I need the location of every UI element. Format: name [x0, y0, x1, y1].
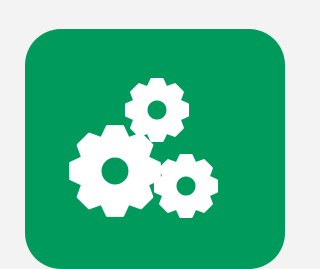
gear-small-top-icon — [124, 77, 190, 143]
gear-large-icon — [69, 125, 161, 217]
gears-icon — [69, 77, 219, 219]
gear-small-right-icon — [153, 153, 219, 219]
